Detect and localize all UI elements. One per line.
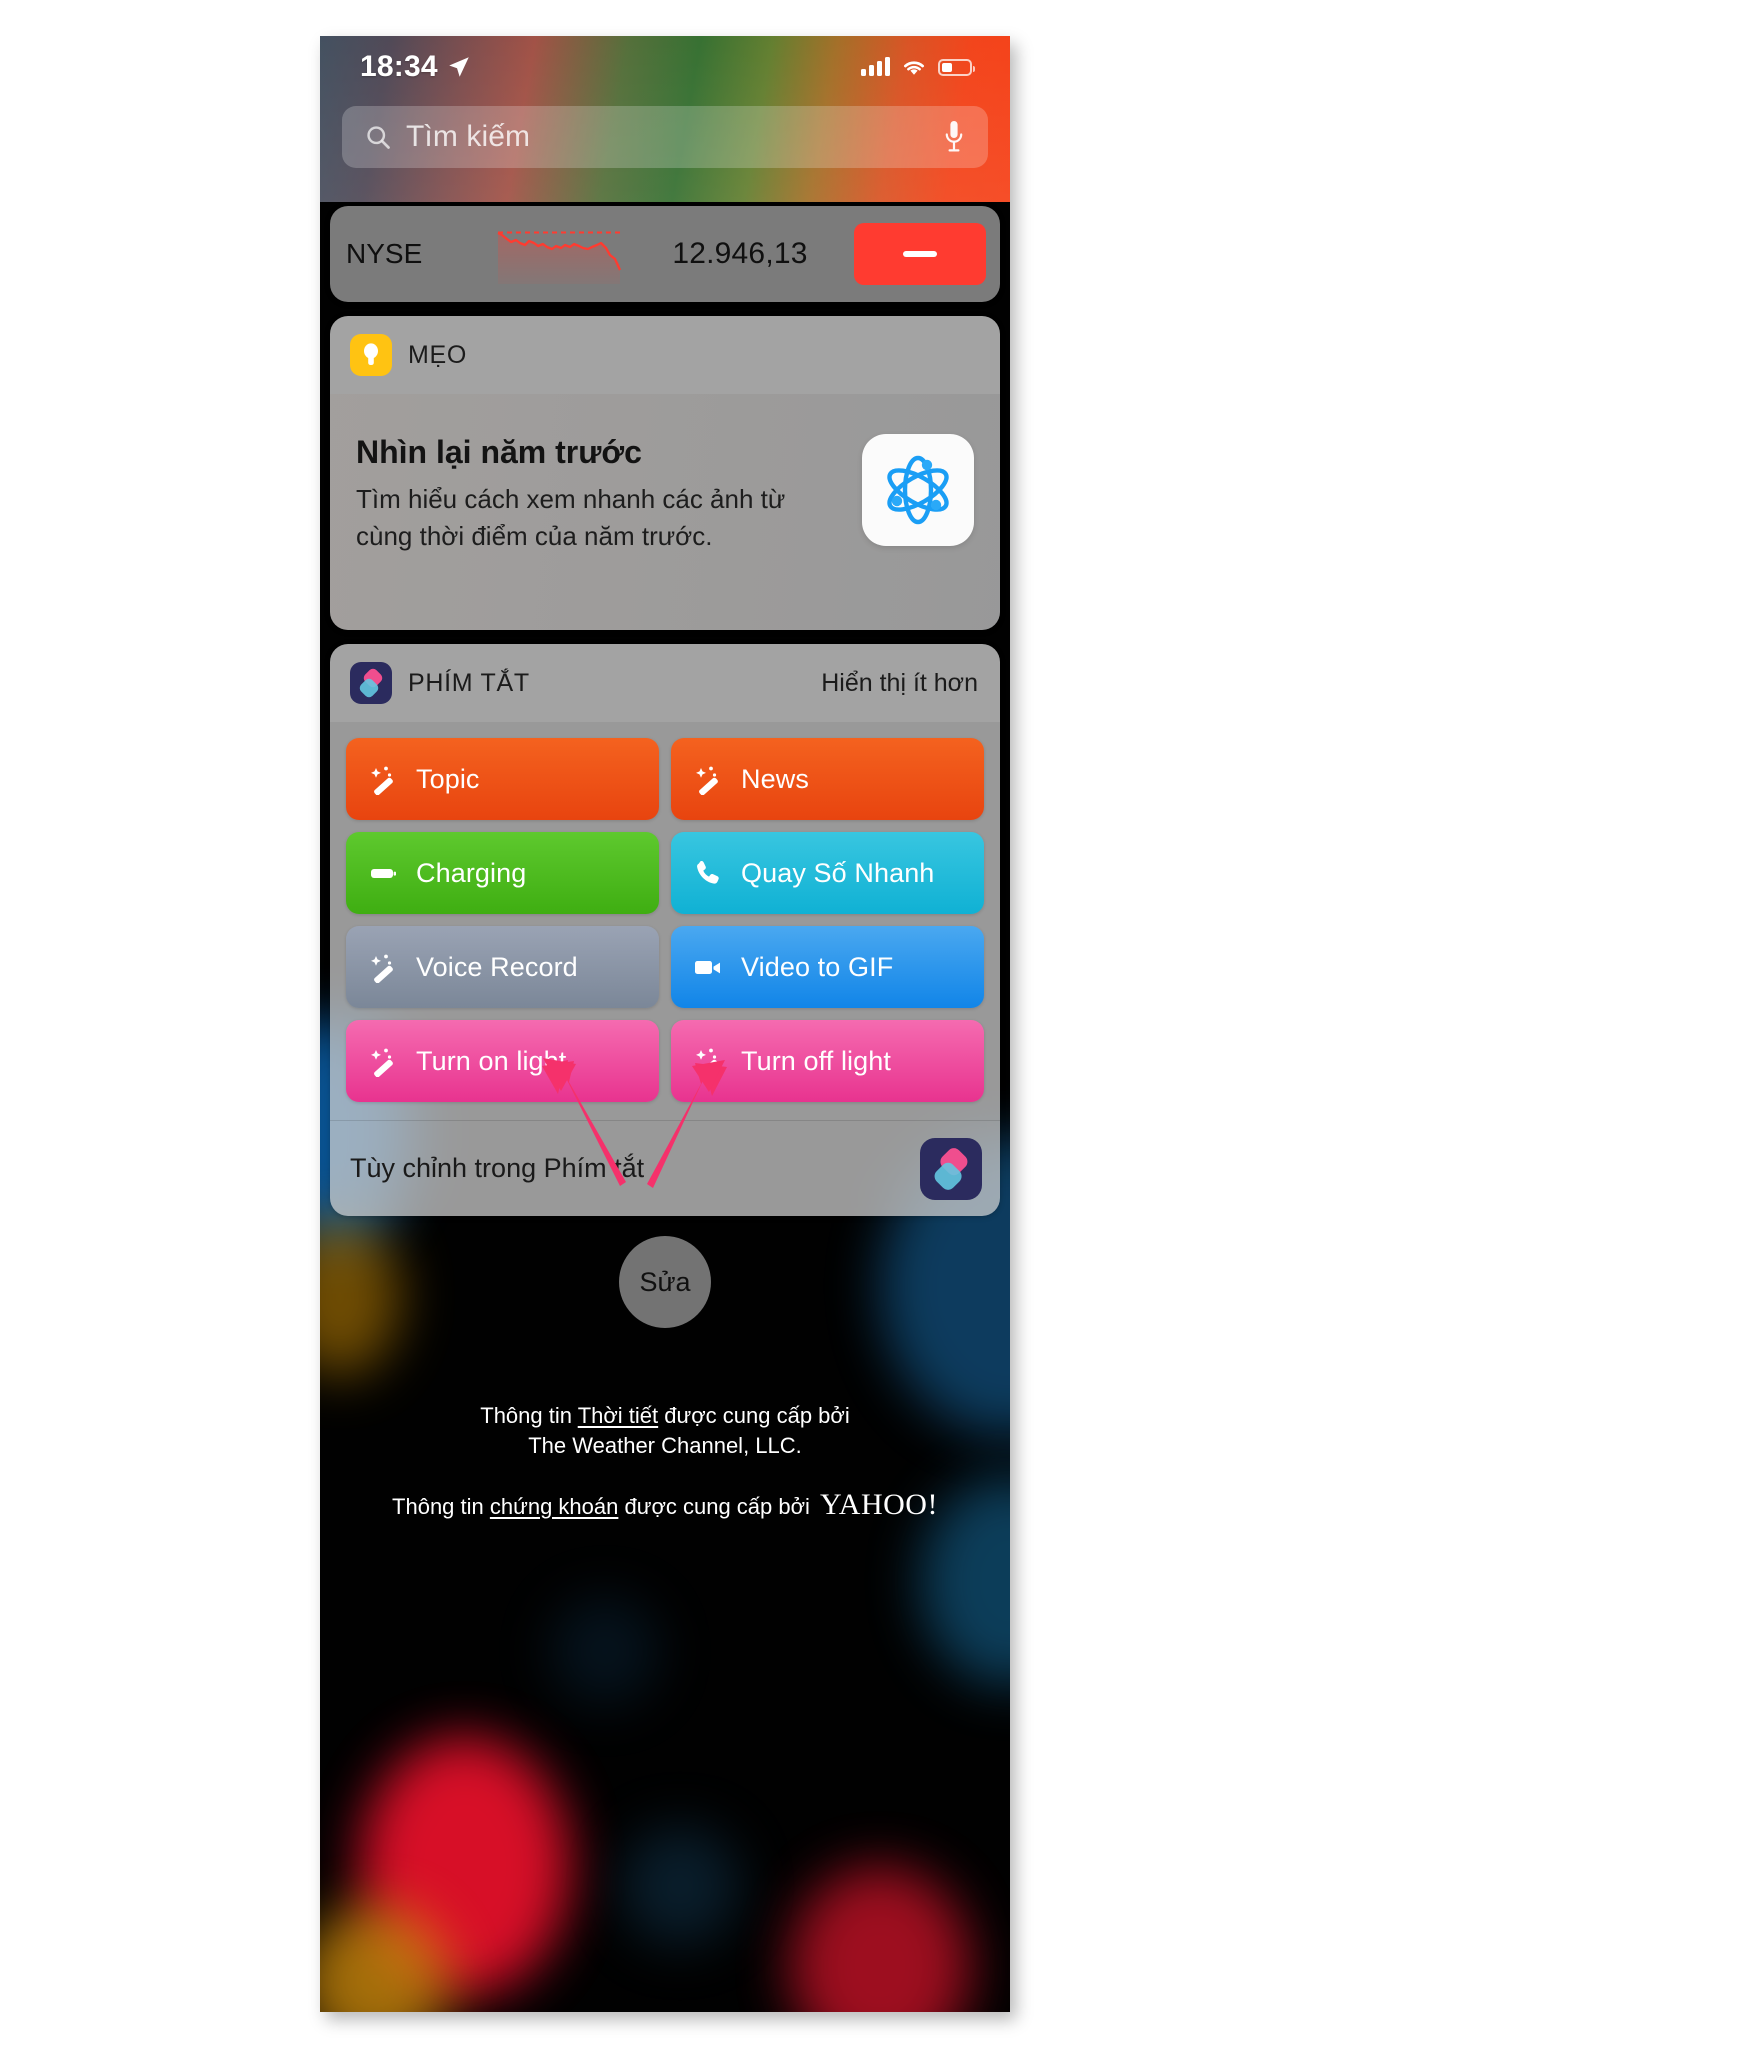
- shortcut-button-quay-số-nhanh[interactable]: Quay Số Nhanh: [671, 832, 984, 914]
- shortcut-button-voice-record[interactable]: Voice Record: [346, 926, 659, 1008]
- tips-widget-title: MẸO: [408, 340, 468, 369]
- stocks-attr-suffix: được cung cấp bởi: [618, 1493, 810, 1519]
- search-input[interactable]: Tìm kiếm: [342, 106, 988, 168]
- shortcut-button-turn-on-light[interactable]: Turn on light: [346, 1020, 659, 1102]
- shortcut-label: News: [741, 763, 809, 794]
- shortcut-button-video-to-gif[interactable]: Video to GIF: [671, 926, 984, 1008]
- status-bar: 18:34: [320, 36, 1010, 98]
- stock-symbol: NYSE: [346, 238, 423, 269]
- edit-button[interactable]: Sửa: [619, 1236, 711, 1328]
- shortcut-label: Voice Record: [416, 951, 578, 982]
- search-icon: [367, 126, 390, 149]
- stocks-link[interactable]: chứng khoán: [490, 1494, 619, 1519]
- shortcuts-icon: [350, 662, 392, 704]
- wifi-icon: [904, 61, 924, 75]
- shortcuts-widget-title: PHÍM TẮT: [408, 668, 530, 697]
- screenshot-canvas: 18:34 Tìm kiếm NYSE 12.946,13 MẸO Nhìn l…: [0, 0, 1759, 2048]
- weather-attr-suffix: được cung cấp bởi: [658, 1403, 850, 1428]
- shortcut-button-charging[interactable]: Charging: [346, 832, 659, 914]
- stock-value: 12.946,13: [672, 237, 808, 270]
- magic-wand-icon: [366, 762, 400, 796]
- shortcut-label: Charging: [416, 857, 527, 888]
- search-placeholder: Tìm kiếm: [406, 120, 531, 153]
- magic-wand-icon: [691, 1044, 725, 1078]
- microphone-icon[interactable]: [942, 118, 966, 156]
- weather-attr-prefix: Thông tin: [480, 1403, 578, 1428]
- shortcuts-grid: Topic News Charging Quay Số Nhanh Voice Reco…: [330, 722, 1000, 1120]
- clock-label: 18:34: [360, 50, 438, 83]
- battery-icon: [938, 58, 975, 76]
- magic-wand-icon: [691, 762, 725, 796]
- attribution-footer: Thông tin Thời tiết được cung cấp bởi Th…: [320, 1401, 1010, 1525]
- shortcut-label: Quay Số Nhanh: [741, 857, 935, 888]
- stocks-attr-prefix: Thông tin: [392, 1493, 490, 1519]
- tips-description: Tìm hiểu cách xem nhanh các ảnh từ cùng …: [356, 484, 786, 551]
- stock-change-badge: [854, 223, 986, 285]
- widget-column: NYSE 12.946,13 MẸO Nhìn lại năm trước Tì…: [320, 202, 1010, 1230]
- customize-shortcuts-label: Tùy chỉnh trong Phím tắt: [350, 1153, 645, 1183]
- stocks-widget[interactable]: NYSE 12.946,13: [330, 206, 1000, 302]
- tips-content[interactable]: Nhìn lại năm trước Tìm hiểu cách xem nha…: [330, 394, 1000, 630]
- shortcut-button-topic[interactable]: Topic: [346, 738, 659, 820]
- tips-widget-header[interactable]: MẸO: [330, 316, 1000, 394]
- lightbulb-icon: [350, 334, 392, 376]
- shortcuts-footer[interactable]: Tùy chỉnh trong Phím tắt: [330, 1120, 1000, 1216]
- battery-icon: [366, 856, 400, 890]
- shortcuts-widget-header[interactable]: PHÍM TẮT Hiển thị ít hơn: [330, 644, 1000, 722]
- shortcut-label: Topic: [416, 763, 480, 794]
- status-bar-indicators: [861, 57, 975, 77]
- iphone-screen: 18:34 Tìm kiếm NYSE 12.946,13 MẸO Nhìn l…: [320, 36, 1010, 2012]
- status-bar-time-group: 18:34: [360, 50, 472, 84]
- weather-attribution-line1: Thông tin Thời tiết được cung cấp bởi: [360, 1401, 970, 1431]
- stock-sparkline-chart: [497, 231, 622, 284]
- tips-title: Nhìn lại năm trước: [356, 434, 642, 470]
- tips-widget[interactable]: MẸO Nhìn lại năm trước Tìm hiểu cách xem…: [330, 316, 1000, 630]
- shortcuts-widget[interactable]: PHÍM TẮT Hiển thị ít hơn Topic News Chargi…: [330, 644, 1000, 1216]
- magic-wand-icon: [366, 950, 400, 984]
- shortcut-label: Video to GIF: [741, 951, 894, 982]
- video-camera-icon: [691, 950, 725, 984]
- stocks-attribution-line: Thông tin chứng khoán được cung cấp bởi …: [360, 1484, 970, 1525]
- stock-row[interactable]: NYSE 12.946,13: [330, 206, 1000, 302]
- shortcut-label: Turn on light: [416, 1045, 567, 1076]
- weather-link[interactable]: Thời tiết: [578, 1403, 658, 1428]
- cellular-signal-icon: [861, 57, 890, 76]
- tips-text-block: Nhìn lại năm trước Tìm hiểu cách xem nha…: [356, 428, 844, 555]
- atom-icon: [862, 434, 974, 546]
- shortcut-button-turn-off-light[interactable]: Turn off light: [671, 1020, 984, 1102]
- shortcut-button-news[interactable]: News: [671, 738, 984, 820]
- stocks-attr-text: Thông tin chứng khoán được cung cấp bởi: [392, 1492, 810, 1522]
- edit-button-row: Sửa: [320, 1236, 1010, 1328]
- location-arrow-icon: [448, 57, 469, 77]
- phone-icon: [691, 856, 725, 890]
- shortcut-label: Turn off light: [741, 1045, 891, 1076]
- yahoo-logo: YAHOO!: [819, 1487, 938, 1521]
- weather-attribution-line2: The Weather Channel, LLC.: [528, 1433, 802, 1459]
- magic-wand-icon: [366, 1044, 400, 1078]
- show-less-button[interactable]: Hiển thị ít hơn: [821, 669, 978, 698]
- shortcuts-icon: [920, 1137, 982, 1200]
